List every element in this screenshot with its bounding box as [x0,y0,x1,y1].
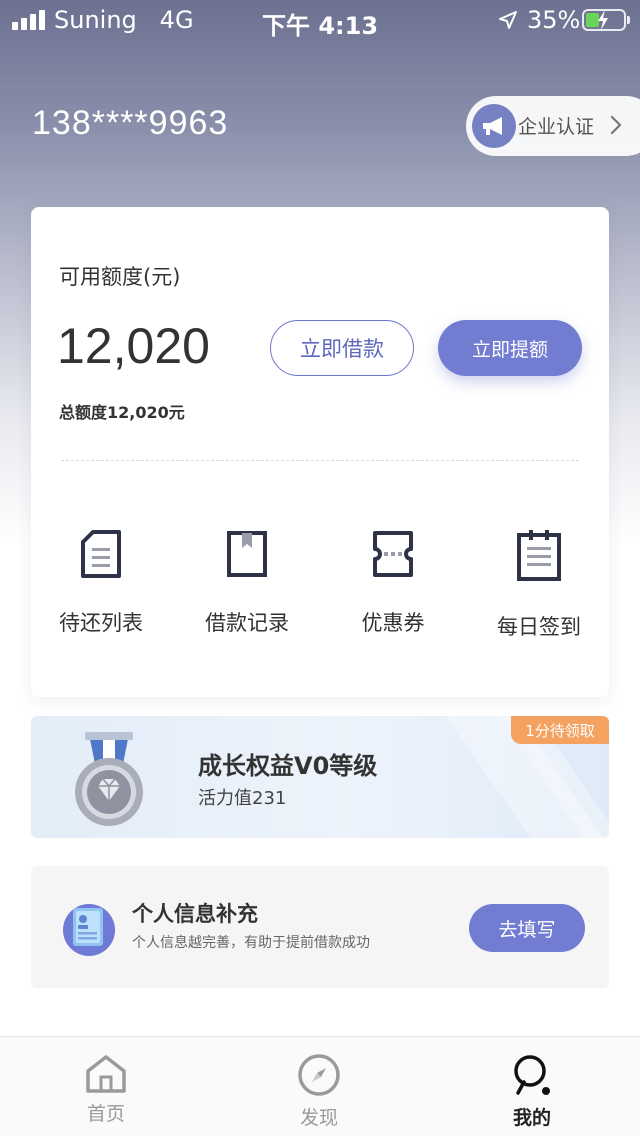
tab-label: 首页 [86,1103,125,1125]
bookmark-record-icon [227,531,267,577]
battery-tip [627,16,630,24]
medal-icon [75,732,143,826]
profile-search-icon [514,1055,550,1095]
personal-info-card: 个人信息补充 个人信息越完善，有助于提前借款成功 去填写 [31,866,609,988]
charging-bolt-icon [598,10,608,30]
borrow-now-button[interactable]: 立即借款 [270,320,414,376]
compass-icon [298,1054,340,1096]
phone-number: 138****9963 [32,104,229,142]
battery-percent: 35% [527,6,581,34]
tab-discover[interactable]: 发现 [259,1053,379,1130]
quick-action-repayment-list[interactable]: 待还列表 [31,529,171,637]
quick-action-label: 优惠券 [361,611,425,635]
tab-mine[interactable]: 我的 [472,1053,592,1130]
status-bar: Suning 4G 下午 4:13 35% [0,0,640,40]
tab-home[interactable]: 首页 [46,1053,166,1126]
calendar-checkin-icon [517,530,561,581]
chevron-right-icon [610,115,622,135]
quick-action-loan-records[interactable]: 借款记录 [177,529,317,637]
tab-label: 发现 [299,1107,338,1129]
quick-action-label: 借款记录 [205,611,289,635]
enterprise-label: 企业认证 [518,116,595,138]
tab-label: 我的 [512,1107,551,1129]
document-list-icon [81,530,121,578]
bottom-tab-bar: 首页 发现 我的 [0,1036,640,1136]
fill-in-button[interactable]: 去填写 [469,904,585,952]
dashed-divider [61,460,579,461]
pending-claim-badge[interactable]: 1分待领取 [511,716,609,744]
info-card-subtitle: 个人信息越完善，有助于提前借款成功 [132,935,370,951]
credit-card: 可用额度(元) 12,020 总额度12,020元 立即借款 立即提额 待还列表… [31,207,609,697]
quick-action-label: 待还列表 [59,611,143,635]
id-card-icon [63,904,115,956]
info-card-title: 个人信息补充 [132,902,258,926]
growth-rights-banner[interactable]: 成长权益V0等级 活力值231 1分待领取 [31,716,609,838]
megaphone-icon [472,104,516,148]
available-quota-label: 可用额度(元) [59,265,181,289]
location-arrow-icon [499,11,517,29]
coupon-ticket-icon [373,531,413,577]
quick-action-coupons[interactable]: 优惠券 [323,529,463,637]
raise-limit-button[interactable]: 立即提额 [438,320,582,376]
quick-action-label: 每日签到 [497,615,581,639]
growth-level-title: 成长权益V0等级 [198,752,378,780]
vitality-value: 活力值231 [198,788,287,809]
available-quota-value: 12,020 [57,318,210,374]
enterprise-certification-button[interactable]: 企业认证 [466,96,640,156]
quick-action-daily-checkin[interactable]: 每日签到 [469,529,609,641]
total-quota: 总额度12,020元 [59,403,185,422]
home-icon [86,1055,126,1093]
